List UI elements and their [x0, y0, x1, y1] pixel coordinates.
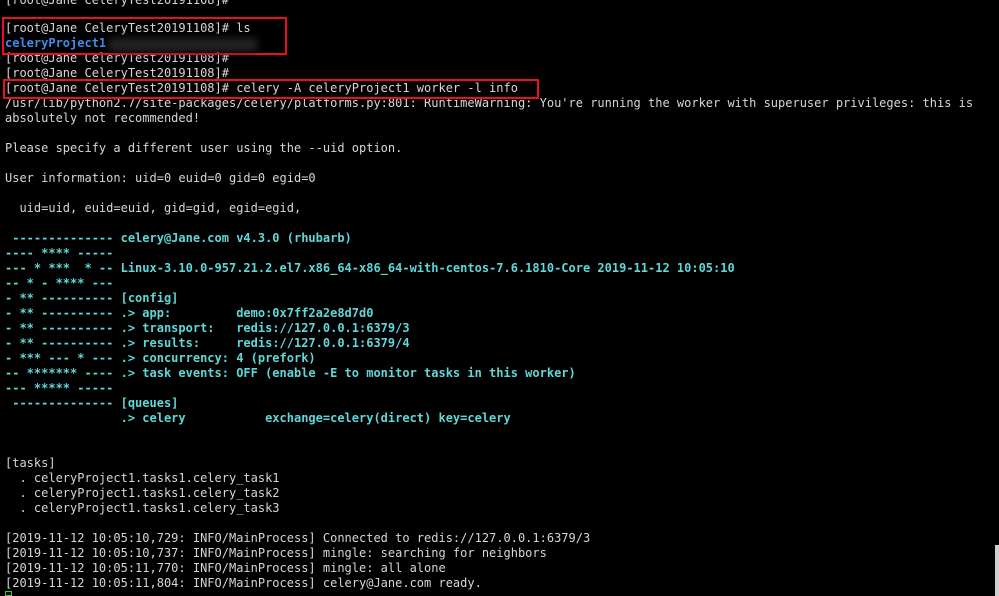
uid-hint: Please specify a different user using th…	[5, 141, 403, 155]
banner-line: -- * - **** ---	[5, 276, 114, 290]
prompt-line: [root@Jane CeleryTest20191108]#	[5, 0, 229, 7]
banner-app: - ** ---------- .> app: demo:0x7ff2a2e8d…	[5, 306, 374, 320]
log-line: [2019-11-12 10:05:10,737: INFO/MainProce…	[5, 546, 547, 560]
tasks-header: [tasks]	[5, 456, 56, 470]
banner-results: - ** ---------- .> results: redis://127.…	[5, 336, 410, 350]
highlight-box-command	[3, 79, 539, 99]
banner-line: -------------- celery@Jane.com v4.3.0 (r…	[5, 231, 352, 245]
terminal-window[interactable]: [root@Jane CeleryTest20191108]# [root@Ja…	[0, 0, 999, 596]
log-line: [2019-11-12 10:05:10,729: INFO/MainProce…	[5, 531, 591, 545]
banner-transport: - ** ---------- .> transport: redis://12…	[5, 321, 410, 335]
uid-fields: uid=uid, euid=euid, gid=gid, egid=egid,	[5, 201, 302, 215]
banner-line: ---- **** -----	[5, 246, 114, 260]
banner-config-header: - ** ---------- [config]	[5, 291, 179, 305]
banner-line: --- * *** * -- Linux-3.10.0-957.21.2.el7…	[5, 261, 735, 275]
banner-line: --- ***** -----	[5, 381, 114, 395]
blur-mask	[108, 38, 258, 52]
scrollbar[interactable]	[995, 545, 999, 596]
terminal-cursor	[5, 591, 12, 596]
task-item: . celeryProject1.tasks1.celery_task1	[5, 471, 280, 485]
runtime-warning-cont: absolutely not recommended!	[5, 111, 201, 125]
banner-task-events: -- ******* ---- .> task events: OFF (ena…	[5, 366, 576, 380]
log-line: [2019-11-12 10:05:11,770: INFO/MainProce…	[5, 561, 446, 575]
banner-queues-header: -------------- [queues]	[5, 396, 179, 410]
task-item: . celeryProject1.tasks1.celery_task2	[5, 486, 280, 500]
log-line: [2019-11-12 10:05:11,804: INFO/MainProce…	[5, 576, 482, 590]
task-item: . celeryProject1.tasks1.celery_task3	[5, 501, 280, 515]
user-info: User information: uid=0 euid=0 gid=0 egi…	[5, 171, 316, 185]
banner-concurrency: - *** --- * --- .> concurrency: 4 (prefo…	[5, 351, 316, 365]
banner-queue-celery: .> celery exchange=celery(direct) key=ce…	[5, 411, 511, 425]
